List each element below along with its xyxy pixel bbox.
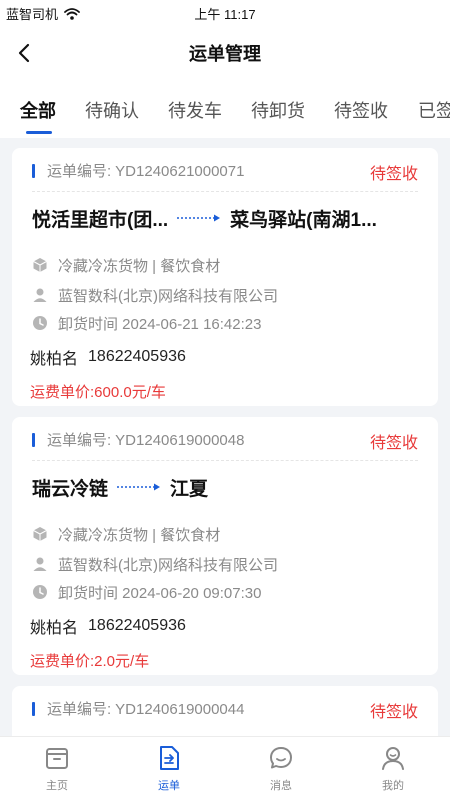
goods-row: 冷藏冷冻货物 | 餐饮食材	[32, 254, 220, 276]
unload-time: 卸货时间 2024-06-21 16:42:23	[58, 315, 262, 333]
divider	[32, 191, 418, 192]
person-icon	[32, 287, 48, 303]
clock-icon	[32, 315, 48, 331]
tab-pending-depart[interactable]: 待发车	[168, 97, 222, 123]
goods-row: 冷藏冷冻货物 | 餐饮食材	[32, 523, 220, 545]
status-bar: 蓝智司机 上午 11:17	[0, 0, 450, 24]
goods-type: 冷藏冷冻货物 | 餐饮食材	[58, 257, 221, 275]
waybill-number-value: YD1240619000048	[115, 432, 245, 449]
clock: 上午 11:17	[194, 7, 256, 22]
unload-time: 卸货时间 2024-06-20 09:07:30	[58, 584, 262, 602]
tab-pending-confirm[interactable]: 待确认	[85, 97, 139, 123]
status-badge: 待签收	[369, 435, 418, 452]
unload-time-row: 卸货时间 2024-06-20 09:07:30	[32, 581, 261, 603]
driver-name: 姚柏名	[30, 351, 79, 368]
driver-row: 姚柏名 18622405936	[30, 615, 186, 637]
driver-phone[interactable]: 18622405936	[88, 348, 186, 366]
box-icon	[32, 257, 48, 273]
active-tab-indicator	[26, 131, 52, 134]
waybill-icon	[156, 745, 182, 771]
tab-pending-sign[interactable]: 待签收	[334, 97, 388, 123]
company-name: 蓝智数科(北京)网络科技有限公司	[58, 287, 278, 305]
origin: 瑞云冷链	[32, 478, 109, 500]
company-row: 蓝智数科(北京)网络科技有限公司	[32, 284, 278, 306]
tab-pending-unload[interactable]: 待卸货	[251, 97, 305, 123]
card-header: 运单编号: YD1240619000048 待签收	[12, 417, 438, 459]
route-arrow-icon	[176, 213, 222, 223]
company-name: 蓝智数科(北京)网络科技有限公司	[58, 556, 278, 574]
tab-home[interactable]: 主页	[12, 745, 102, 793]
card-header: 运单编号: YD1240619000044 待签收	[12, 686, 438, 728]
route: 瑞云冷链 江夏	[32, 473, 208, 501]
accent-bar	[32, 164, 35, 178]
tab-profile[interactable]: 我的	[348, 745, 438, 793]
person-icon	[32, 556, 48, 572]
tab-messages-label: 消息	[270, 780, 292, 792]
divider	[32, 460, 418, 461]
route-arrow-icon	[116, 482, 162, 492]
clock-icon	[32, 584, 48, 600]
freight-price: 运费单价:600.0元/车	[30, 383, 166, 401]
card-header: 运单编号: YD1240621000071 待签收	[12, 148, 438, 190]
waybill-number-value: YD1240621000071	[115, 163, 245, 180]
origin: 悦活里超市(团...	[32, 209, 169, 231]
profile-icon	[380, 745, 406, 771]
waybill-number-value: YD1240619000044	[115, 701, 245, 718]
waybill-list[interactable]: 运单编号: YD1240621000071 待签收 悦活里超市(团... 菜鸟驿站…	[0, 138, 450, 736]
box-icon	[32, 526, 48, 542]
status-badge: 待签收	[369, 704, 418, 721]
waybill-number-label: 运单编号:	[47, 163, 112, 180]
waybill-card[interactable]: 运单编号: YD1240619000044 待签收	[12, 686, 438, 736]
tab-signed[interactable]: 已签	[418, 97, 450, 123]
waybill-number: 运单编号: YD1240619000048	[47, 429, 244, 450]
driver-phone[interactable]: 18622405936	[88, 617, 186, 635]
waybill-number-label: 运单编号:	[47, 701, 112, 718]
tab-messages[interactable]: 消息	[236, 745, 326, 793]
freight-price: 运费单价:2.0元/车	[30, 652, 150, 670]
route: 悦活里超市(团... 菜鸟驿站(南湖1...	[32, 204, 377, 232]
waybill-number: 运单编号: YD1240621000071	[47, 160, 244, 181]
home-box-icon	[44, 745, 70, 771]
message-icon	[268, 745, 294, 771]
tab-waybill-label: 运单	[158, 780, 180, 792]
waybill-number-label: 运单编号:	[47, 432, 112, 449]
waybill-card[interactable]: 运单编号: YD1240619000048 待签收 瑞云冷链 江夏 冷藏冷冻货物…	[12, 417, 438, 675]
destination: 江夏	[170, 478, 209, 500]
accent-bar	[32, 433, 35, 447]
driver-row: 姚柏名 18622405936	[30, 346, 186, 368]
company-row: 蓝智数科(北京)网络科技有限公司	[32, 553, 278, 575]
tab-profile-label: 我的	[382, 780, 404, 792]
waybill-number: 运单编号: YD1240619000044	[47, 698, 244, 719]
bottom-tab-bar: 主页 运单 消息 我的	[0, 736, 450, 800]
status-badge: 待签收	[369, 166, 418, 183]
accent-bar	[32, 702, 35, 716]
status-tabs: 全部 待确认 待发车 待卸货 待签收 已签	[0, 80, 450, 138]
page-title: 运单管理	[189, 44, 261, 64]
tab-home-label: 主页	[46, 780, 68, 792]
waybill-card[interactable]: 运单编号: YD1240621000071 待签收 悦活里超市(团... 菜鸟驿站…	[12, 148, 438, 406]
goods-type: 冷藏冷冻货物 | 餐饮食材	[58, 526, 221, 544]
driver-name: 姚柏名	[30, 620, 79, 637]
tab-all[interactable]: 全部	[20, 97, 56, 123]
tab-waybill[interactable]: 运单	[124, 745, 214, 793]
nav-bar: 运单管理	[0, 24, 450, 80]
destination: 菜鸟驿站(南湖1...	[230, 209, 377, 231]
unload-time-row: 卸货时间 2024-06-21 16:42:23	[32, 312, 261, 334]
